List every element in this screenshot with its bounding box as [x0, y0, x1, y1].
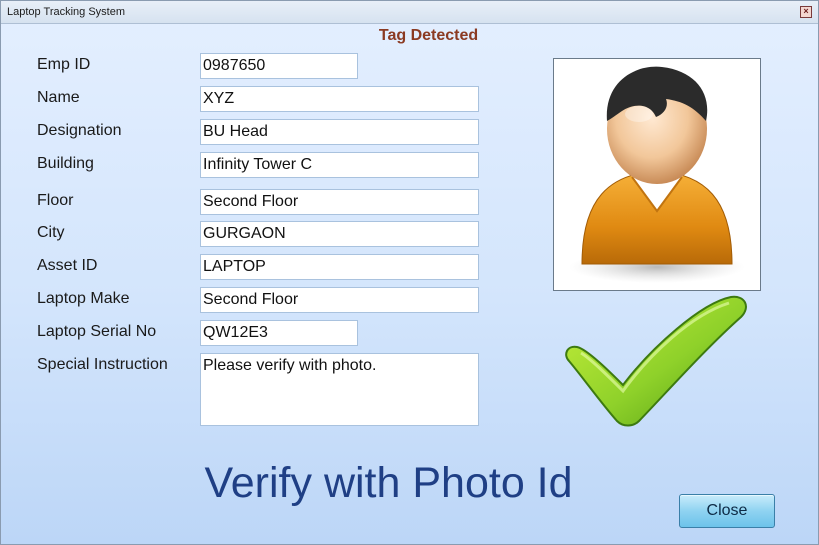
- city-label: City: [37, 224, 65, 241]
- window-close-icon[interactable]: ×: [800, 6, 812, 18]
- building-field[interactable]: Infinity Tower C: [200, 152, 479, 178]
- laptop-make-field[interactable]: Second Floor: [200, 287, 479, 313]
- verified-checkmark: [561, 293, 751, 428]
- special-instruction-field[interactable]: Please verify with photo.: [200, 353, 479, 426]
- laptop-serial-field[interactable]: QW12E3: [200, 320, 358, 346]
- designation-field[interactable]: BU Head: [200, 119, 479, 145]
- designation-label: Designation: [37, 122, 122, 139]
- asset-id-label: Asset ID: [37, 257, 98, 274]
- laptop-make-label: Laptop Make: [37, 290, 130, 307]
- app-window: Laptop Tracking System × Tag Detected Em…: [0, 0, 819, 545]
- asset-id-field[interactable]: LAPTOP: [200, 254, 479, 280]
- title-bar: Laptop Tracking System ×: [1, 1, 818, 24]
- name-field[interactable]: XYZ: [200, 86, 479, 112]
- floor-field[interactable]: Second Floor: [200, 189, 479, 215]
- checkmark-icon: [565, 295, 747, 427]
- emp-id-field[interactable]: 0987650: [200, 53, 358, 79]
- city-field[interactable]: GURGAON: [200, 221, 479, 247]
- tag-status: Tag Detected: [378, 27, 479, 44]
- window-title: Laptop Tracking System: [7, 6, 126, 18]
- name-label: Name: [37, 89, 80, 106]
- special-instruction-label: Special Instruction: [37, 356, 168, 373]
- building-label: Building: [37, 155, 94, 172]
- user-avatar-icon: [569, 66, 745, 283]
- emp-id-label: Emp ID: [37, 56, 91, 73]
- verify-banner: Verify with Photo Id: [204, 459, 573, 507]
- close-button[interactable]: Close: [679, 494, 775, 528]
- laptop-serial-label: Laptop Serial No: [37, 323, 157, 340]
- floor-label: Floor: [37, 192, 74, 209]
- employee-photo: [553, 58, 761, 291]
